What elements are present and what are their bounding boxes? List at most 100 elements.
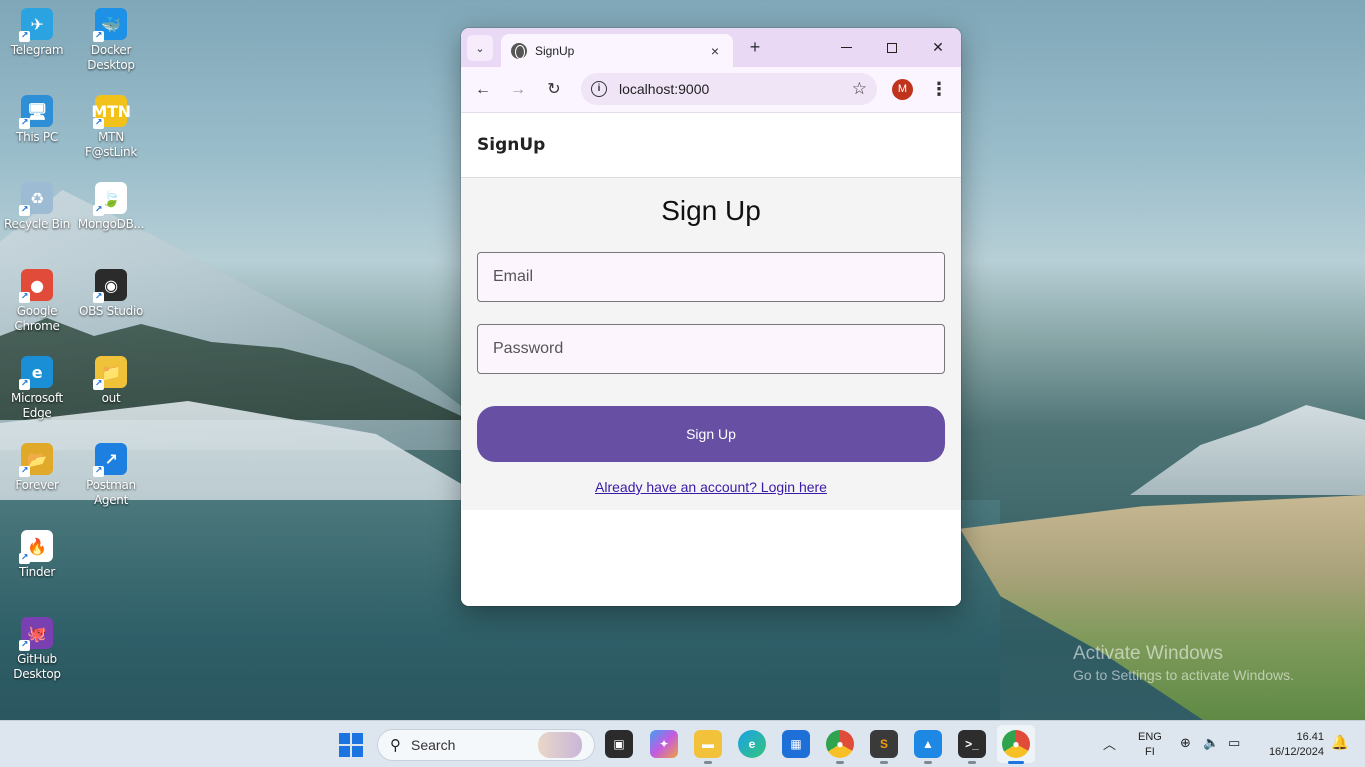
edge-icon[interactable]: e	[738, 730, 766, 758]
app-icon: ♻ ↗	[19, 182, 53, 216]
desktop-icon[interactable]: 🖥 ↗ This PC	[0, 95, 74, 145]
desktop-icon[interactable]: 🍃 ↗ MongoDB...	[74, 182, 148, 232]
tab-strip: ⌄ SignUp × + ✕	[461, 28, 961, 67]
app-icon: 🔥 ↗	[19, 530, 53, 564]
tab-signup[interactable]: SignUp ×	[501, 34, 733, 67]
bookmark-star-icon[interactable]: ☆	[852, 79, 867, 99]
language-code: ENG	[1138, 731, 1162, 743]
windows-logo-tile	[352, 733, 363, 744]
minimize-icon	[840, 46, 852, 49]
notification-bell-icon[interactable]: 🔔	[1331, 734, 1348, 751]
globe-icon	[511, 42, 527, 59]
app-icon: MTN ↗	[91, 95, 131, 129]
signup-button[interactable]: Sign Up	[477, 406, 945, 462]
desktop-icon[interactable]: 🐙 ↗ GitHub Desktop	[0, 617, 74, 682]
copilot-icon[interactable]: ✦	[650, 730, 678, 758]
windows-logo-tile	[352, 746, 363, 757]
desktop-icon[interactable]: ♻ ↗ Recycle Bin	[0, 182, 74, 232]
tab-search-button[interactable]: ⌄	[467, 35, 493, 61]
forward-button[interactable]: →	[506, 78, 530, 102]
desktop-icon-label: Postman Agent	[86, 478, 136, 507]
watermark-title: Activate Windows	[1073, 643, 1223, 664]
network-icon[interactable]: ⊕	[1180, 735, 1191, 751]
windows-logo-tile	[339, 733, 350, 744]
close-icon: ✕	[932, 39, 944, 55]
signup-form: Sign Up Email Password Sign Up Already h…	[461, 178, 961, 510]
desktop-icon-label: MTN F@stLink	[84, 130, 138, 159]
windows-logo-tile	[339, 746, 350, 757]
browser-window: ⌄ SignUp × + ✕ ← → ↻ i localhost:9000 ☆ …	[461, 28, 961, 606]
profile-avatar[interactable]: M	[892, 79, 913, 100]
volume-icon[interactable]: 🔈	[1203, 735, 1219, 751]
address-bar[interactable]: i localhost:9000 ☆	[581, 73, 877, 105]
language-indicator[interactable]: ENG FI	[1138, 730, 1162, 760]
email-field[interactable]: Email	[477, 252, 945, 302]
chevron-down-icon: ⌄	[475, 42, 485, 55]
chevron-up-icon[interactable]: ︿	[1103, 734, 1116, 753]
shortcut-arrow-icon: ↗	[93, 466, 104, 477]
form-title: Sign Up	[661, 195, 761, 226]
desktop-icon[interactable]: 📂 ↗ Forever	[0, 443, 74, 493]
brand-title: SignUp	[477, 135, 546, 155]
app-icon: ✈ ↗	[19, 8, 53, 42]
app-icon: 🖥 ↗	[19, 95, 53, 129]
maximize-icon	[887, 42, 897, 53]
desktop-icon[interactable]: 🐳 ↗ Docker Desktop	[74, 8, 148, 73]
site-info-icon[interactable]: i	[591, 81, 607, 97]
search-label: Search	[411, 737, 456, 753]
task-view-icon[interactable]: ▣	[605, 730, 633, 758]
start-button[interactable]	[339, 733, 363, 757]
desktop-icon[interactable]: ↗ ↗ Postman Agent	[74, 443, 148, 508]
shortcut-arrow-icon: ↗	[19, 553, 30, 564]
desktop-icon[interactable]: 📁 ↗ out	[74, 356, 148, 406]
close-tab-icon[interactable]: ×	[707, 43, 723, 59]
new-tab-button[interactable]: +	[743, 36, 767, 60]
desktop-icon[interactable]: e ↗ Microsoft Edge	[0, 356, 74, 421]
photos-icon[interactable]: ▲	[914, 730, 942, 758]
maximize-button[interactable]	[869, 28, 915, 67]
sublime-text-icon[interactable]: S	[870, 730, 898, 758]
desktop-icon-label: Forever	[15, 478, 59, 492]
clock[interactable]: 16.41 16/12/2024	[1258, 730, 1324, 760]
app-running-indicator	[704, 761, 712, 764]
chrome-profile-icon[interactable]: ●	[826, 730, 854, 758]
terminal-icon[interactable]: >_	[958, 730, 986, 758]
close-window-button[interactable]: ✕	[915, 28, 961, 67]
reload-button[interactable]: ↻	[542, 78, 566, 102]
back-button[interactable]: ←	[471, 78, 495, 102]
desktop-icon-label: out	[101, 391, 121, 405]
password-field[interactable]: Password	[477, 324, 945, 374]
tab-title: SignUp	[535, 43, 575, 58]
desktop-icon[interactable]: 🔥 ↗ Tinder	[0, 530, 74, 580]
desktop-icon[interactable]: ◉ ↗ OBS Studio	[74, 269, 148, 319]
watermark-subtitle: Go to Settings to activate Windows.	[1073, 667, 1294, 683]
desktop-icon-label: OBS Studio	[78, 304, 144, 318]
browser-menu-icon[interactable]: ⋮	[927, 78, 951, 102]
login-link[interactable]: Already have an account? Login here	[477, 479, 945, 495]
store-icon[interactable]: ▦	[782, 730, 810, 758]
desktop-icon-label: Recycle Bin	[4, 217, 70, 231]
minimize-button[interactable]	[823, 28, 869, 67]
wallpaper-mountain	[1130, 405, 1365, 495]
desktop-icon-label: Google Chrome	[14, 304, 60, 333]
shortcut-arrow-icon: ↗	[19, 640, 30, 651]
keyboard-layout: FI	[1145, 746, 1155, 758]
desktop-icon[interactable]: ✈ ↗ Telegram	[0, 8, 74, 58]
desktop-icon-label: Microsoft Edge	[11, 391, 63, 420]
browser-toolbar: ← → ↻ i localhost:9000 ☆ M ⋮	[461, 67, 961, 113]
activate-windows-watermark: Activate Windows Go to Settings to activ…	[1073, 643, 1294, 683]
app-icon: 🍃 ↗	[93, 182, 127, 216]
chrome-active-icon[interactable]: ●	[1002, 730, 1030, 758]
taskbar-search[interactable]: ⚲ Search	[377, 729, 595, 761]
file-explorer-icon[interactable]: ▬	[694, 730, 722, 758]
desktop-icon[interactable]: MTN ↗ MTN F@stLink	[74, 95, 148, 160]
url-text[interactable]: localhost:9000	[619, 81, 852, 97]
app-icon: 📂 ↗	[19, 443, 53, 477]
desktop-icon-label: This PC	[16, 130, 58, 144]
battery-icon[interactable]: ▭	[1228, 735, 1240, 751]
app-icon: 📁 ↗	[93, 356, 127, 390]
clock-date: 16/12/2024	[1268, 746, 1324, 758]
search-highlight-image	[538, 732, 582, 758]
desktop-icon[interactable]: ● ↗ Google Chrome	[0, 269, 74, 334]
shortcut-arrow-icon: ↗	[19, 379, 30, 390]
